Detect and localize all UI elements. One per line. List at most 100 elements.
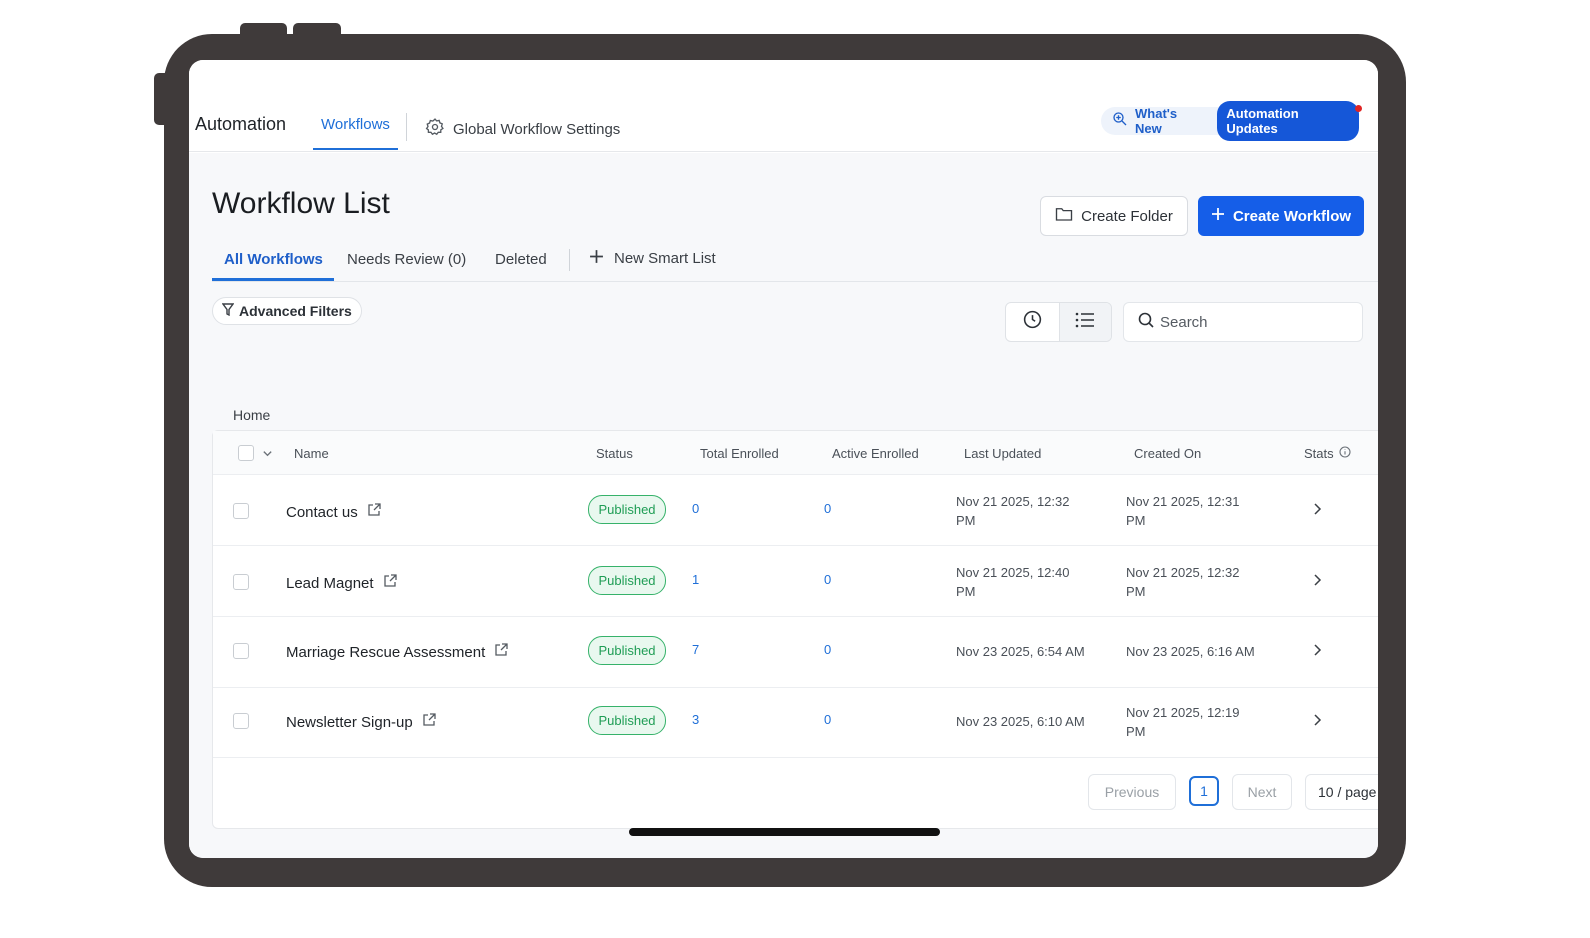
header-total-enrolled[interactable]: Total Enrolled — [700, 446, 779, 461]
chevron-down-icon[interactable] — [262, 446, 273, 464]
created-on-line-2: PM — [1126, 513, 1146, 528]
tab-needs-review[interactable]: Needs Review (0) — [347, 251, 466, 268]
workflow-name: Newsletter Sign-up — [286, 713, 413, 731]
notification-dot — [1355, 105, 1362, 112]
chevron-right-icon[interactable] — [1312, 502, 1322, 521]
created-on-cell: Nov 23 2025, 6:16 AM — [1126, 642, 1255, 661]
created-on-line-1: Nov 23 2025, 6:16 AM — [1126, 644, 1255, 659]
whats-new-label: What's New — [1135, 106, 1178, 136]
global-settings-label: Global Workflow Settings — [453, 120, 621, 138]
last-updated-cell: Nov 21 2025, 12:40 PM — [956, 563, 1069, 601]
header-last-updated[interactable]: Last Updated — [964, 446, 1041, 461]
workflow-table: Name Status Total Enrolled Active Enroll… — [212, 430, 1378, 829]
created-on-line-2: PM — [1126, 584, 1146, 599]
row-checkbox[interactable] — [233, 643, 249, 659]
create-folder-button[interactable]: Create Folder — [1040, 196, 1188, 236]
tab-workflows[interactable]: Workflows — [313, 108, 398, 150]
status-badge: Published — [588, 706, 666, 735]
workflow-name-link[interactable]: Lead Magnet — [286, 574, 397, 592]
workflow-name: Marriage Rescue Assessment — [286, 643, 486, 661]
active-enrolled-count[interactable]: 0 — [824, 572, 831, 587]
previous-page-button[interactable]: Previous — [1088, 774, 1176, 810]
search-field[interactable] — [1123, 302, 1363, 342]
last-updated-line-1: Nov 23 2025, 6:54 AM — [956, 644, 1085, 659]
plus-icon — [589, 249, 604, 268]
total-enrolled-count[interactable]: 7 — [692, 642, 699, 657]
created-on-line-1: Nov 21 2025, 12:31 — [1126, 494, 1240, 509]
external-link-icon[interactable] — [383, 574, 397, 592]
page-number-button[interactable]: 1 — [1189, 776, 1219, 806]
header-name[interactable]: Name — [294, 446, 329, 461]
active-enrolled-count[interactable]: 0 — [824, 712, 831, 727]
list-view-button[interactable] — [1058, 303, 1111, 341]
row-checkbox[interactable] — [233, 574, 249, 590]
page-title: Workflow List — [212, 187, 390, 220]
workflow-name-link[interactable]: Contact us — [286, 503, 381, 521]
total-enrolled-count[interactable]: 0 — [692, 501, 699, 516]
info-icon[interactable] — [1339, 446, 1351, 461]
last-updated-line-2: PM — [956, 584, 976, 599]
create-folder-label: Create Folder — [1081, 207, 1173, 225]
page-size-select[interactable]: 10 / page — [1305, 774, 1378, 810]
tab-deleted[interactable]: Deleted — [495, 251, 547, 268]
new-smart-list-button[interactable]: New Smart List — [589, 249, 716, 268]
home-indicator[interactable] — [629, 828, 940, 836]
search-input[interactable] — [1160, 313, 1340, 331]
active-enrolled-count[interactable]: 0 — [824, 642, 831, 657]
device-screen: Automation Workflows Global Workflow Set… — [189, 60, 1378, 858]
header-stats-label: Stats — [1304, 446, 1334, 461]
last-updated-line-1: Nov 23 2025, 6:10 AM — [956, 714, 1085, 729]
create-workflow-button[interactable]: Create Workflow — [1198, 196, 1364, 236]
automation-updates-button[interactable]: Automation Updates — [1217, 101, 1359, 141]
chevron-right-icon[interactable] — [1312, 573, 1322, 592]
advanced-filters-button[interactable]: Advanced Filters — [212, 297, 362, 325]
recent-view-button[interactable] — [1006, 303, 1059, 341]
total-enrolled-count[interactable]: 1 — [692, 572, 699, 587]
tab-all-workflows[interactable]: All Workflows — [224, 251, 323, 268]
breadcrumb-home[interactable]: Home — [233, 407, 270, 423]
app-title: Automation — [195, 114, 287, 134]
header-created-on[interactable]: Created On — [1134, 446, 1201, 461]
whats-new-pill[interactable]: What's New Automation Updates — [1101, 101, 1359, 141]
status-badge: Published — [588, 636, 666, 665]
main-content: Workflow List Create Folder Create Workf… — [189, 153, 1378, 858]
created-on-line-1: Nov 21 2025, 12:19 — [1126, 705, 1240, 720]
folder-icon — [1055, 206, 1073, 226]
chevron-right-icon[interactable] — [1312, 643, 1322, 662]
chevron-right-icon[interactable] — [1312, 713, 1322, 732]
view-toggle-group — [1005, 302, 1112, 342]
select-all-checkbox[interactable] — [238, 445, 254, 461]
workflow-name: Lead Magnet — [286, 574, 374, 592]
workflow-name: Contact us — [286, 503, 358, 521]
external-link-icon[interactable] — [422, 713, 436, 731]
top-nav: Automation Workflows Global Workflow Set… — [189, 60, 1378, 152]
total-enrolled-count[interactable]: 3 — [692, 712, 699, 727]
table-row[interactable]: Contact us Published 0 0 Nov 21 2025, 12… — [213, 475, 1378, 546]
next-page-button[interactable]: Next — [1232, 774, 1292, 810]
table-row[interactable]: Lead Magnet Published 1 0 Nov 21 2025, 1… — [213, 546, 1378, 617]
last-updated-cell: Nov 21 2025, 12:32 PM — [956, 492, 1069, 530]
global-workflow-settings-link[interactable]: Global Workflow Settings — [425, 117, 620, 141]
subtab-divider — [569, 249, 570, 271]
table-row[interactable]: Marriage Rescue Assessment Published 7 0… — [213, 617, 1378, 688]
header-status[interactable]: Status — [596, 446, 633, 461]
external-link-icon[interactable] — [494, 643, 508, 661]
workflow-name-link[interactable]: Newsletter Sign-up — [286, 713, 436, 731]
plus-icon — [1211, 207, 1225, 225]
active-enrolled-count[interactable]: 0 — [824, 501, 831, 516]
advanced-filters-label: Advanced Filters — [239, 303, 352, 319]
last-updated-cell: Nov 23 2025, 6:54 AM — [956, 642, 1085, 661]
row-checkbox[interactable] — [233, 713, 249, 729]
list-icon — [1075, 312, 1095, 333]
gear-icon — [425, 117, 445, 141]
search-icon — [1138, 312, 1154, 333]
external-link-icon[interactable] — [367, 503, 381, 521]
table-row[interactable]: Newsletter Sign-up Published 3 0 Nov 23 … — [213, 687, 1378, 758]
active-tab-indicator — [212, 278, 334, 281]
created-on-cell: Nov 21 2025, 12:19 PM — [1126, 703, 1239, 741]
workflow-name-link[interactable]: Marriage Rescue Assessment — [286, 643, 508, 661]
header-active-enrolled[interactable]: Active Enrolled — [832, 446, 919, 461]
created-on-cell: Nov 21 2025, 12:32 PM — [1126, 563, 1239, 601]
clock-icon — [1022, 309, 1043, 335]
row-checkbox[interactable] — [233, 503, 249, 519]
